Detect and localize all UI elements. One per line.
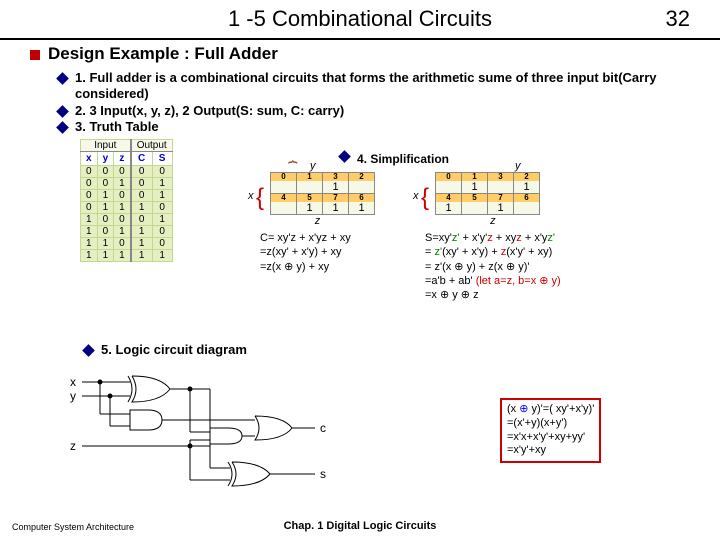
- page-number: 32: [666, 6, 690, 32]
- eq-line: =x ⊕ y ⊕ z: [425, 288, 561, 302]
- bullet-4-text: 4. Simplification: [357, 152, 449, 166]
- svg-text:y: y: [70, 389, 76, 403]
- svg-text:z: z: [70, 439, 76, 453]
- heading-text: Design Example : Full Adder: [48, 44, 278, 63]
- eq-s: S=xy'z' + x'y'z + xyz + x'yz' = z'(xy' +…: [425, 231, 561, 302]
- eq-line: = z'(xy' + x'y) + z(x'y' + xy): [425, 245, 561, 259]
- svg-text:s: s: [320, 467, 326, 481]
- bullet-4: 4. Simplification: [340, 152, 561, 166]
- svg-text:x: x: [70, 375, 76, 389]
- eq-line: C= xy'z + x'yz + xy: [260, 231, 375, 245]
- axis-z: z: [425, 215, 561, 227]
- axis-x: x: [248, 190, 254, 202]
- bullet-5-text: 5. Logic circuit diagram: [101, 342, 247, 358]
- bullet-diamond-icon: [56, 105, 69, 118]
- note-line: (x ⊕ y)'=( xy'+x'y)': [507, 403, 594, 417]
- tt-col: S: [152, 152, 172, 166]
- logic-circuit-diagram: x y z c s: [70, 372, 370, 502]
- derivation-note: (x ⊕ y)'=( xy'+x'y)' =(x'+y)(x+y') =x'x+…: [500, 398, 601, 463]
- tt-group-output: Output: [131, 140, 173, 152]
- truth-table: InputOutput x y z C S 000000010101001011…: [80, 139, 173, 262]
- kmap-s: y x { 0 113 21415 716 z S=xy'z' + x'y'z …: [425, 170, 561, 302]
- eq-line: S=xy'z' + x'y'z + xyz + x'yz': [425, 231, 561, 245]
- bullet-2-text: 2. 3 Input(x, y, z), 2 Output(S: sum, C:…: [75, 103, 344, 119]
- bullet-3: 3. Truth Table: [58, 119, 690, 135]
- bullet-diamond-icon: [56, 121, 69, 134]
- note-line: =x'x+x'y'+xy+yy': [507, 431, 594, 445]
- kmap-c: y ⏞ x { 0 1 312 4 517161 z C= xy'z + x'y…: [260, 170, 375, 302]
- eq-line: =a'b + ab' (let a=z, b=x ⊕ y): [425, 274, 561, 288]
- bullet-square-icon: [30, 50, 40, 60]
- note-line: =x'y'+xy: [507, 444, 594, 458]
- bullet-diamond-icon: [56, 72, 69, 85]
- eq-c: C= xy'z + x'yz + xy =z(xy' + x'y) + xy =…: [260, 231, 375, 274]
- bullet-3-text: 3. Truth Table: [75, 119, 159, 135]
- brace-icon: {: [421, 184, 429, 212]
- tt-group-input: Input: [81, 140, 131, 152]
- bullet-1-text: 1. Full adder is a combinational circuit…: [75, 70, 690, 103]
- brace-icon: {: [256, 184, 264, 212]
- bullet-5: 5. Logic circuit diagram: [84, 342, 247, 358]
- tt-col: C: [131, 152, 152, 166]
- axis-y: y: [310, 160, 316, 172]
- bullet-diamond-icon: [82, 344, 95, 357]
- eq-line: =z(xy' + x'y) + xy: [260, 245, 375, 259]
- axis-x: x: [413, 190, 419, 202]
- eq-line: = z'(x ⊕ y) + z(x ⊕ y)': [425, 260, 561, 274]
- title-underline: [0, 38, 720, 40]
- axis-y: y: [515, 160, 521, 172]
- eq-line: =z(x ⊕ y) + xy: [260, 260, 375, 274]
- tt-col: x: [81, 152, 98, 166]
- heading: Design Example : Full Adder: [30, 44, 690, 64]
- bullet-1: 1. Full adder is a combinational circuit…: [58, 70, 690, 103]
- footer-center: Chap. 1 Digital Logic Circuits: [0, 520, 720, 532]
- tt-col: y: [97, 152, 114, 166]
- svg-text:c: c: [320, 421, 326, 435]
- note-line: =(x'+y)(x+y'): [507, 417, 594, 431]
- bullet-diamond-icon: [338, 150, 351, 163]
- slide-title: 1 -5 Combinational Circuits: [0, 0, 720, 32]
- tt-col: z: [114, 152, 131, 166]
- axis-z: z: [260, 215, 375, 227]
- bullet-2: 2. 3 Input(x, y, z), 2 Output(S: sum, C:…: [58, 103, 690, 119]
